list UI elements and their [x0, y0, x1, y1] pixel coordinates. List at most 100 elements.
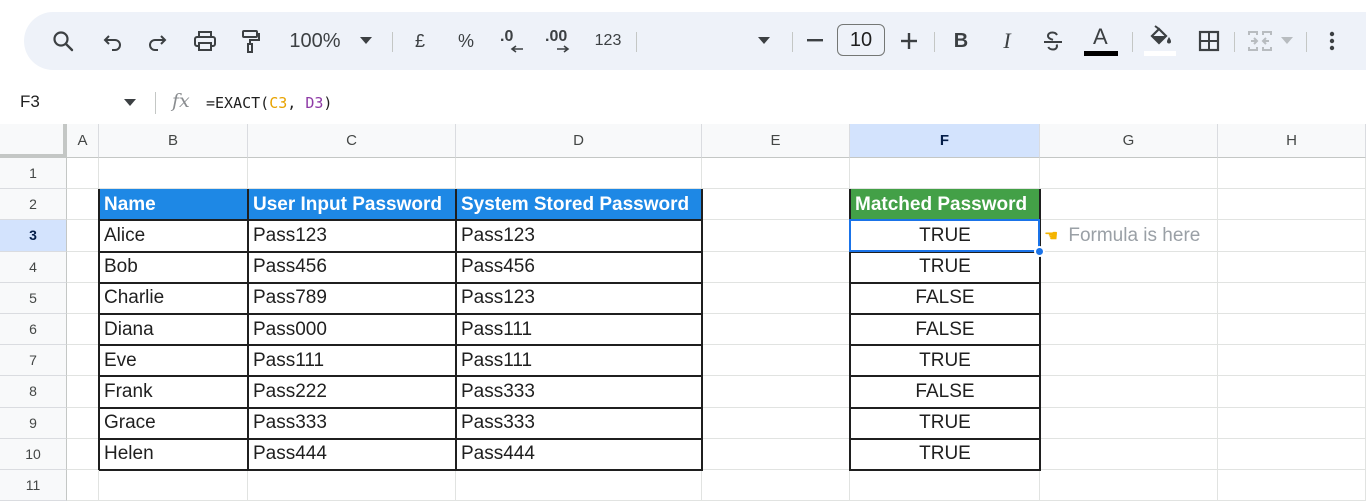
- zoom-select[interactable]: 100%: [286, 12, 344, 70]
- row-header-7[interactable]: 7: [0, 345, 67, 377]
- column-header-h[interactable]: H: [1218, 124, 1366, 158]
- more-options-icon[interactable]: [1322, 12, 1342, 70]
- decrease-decimal-button[interactable]: .0: [496, 12, 526, 70]
- result-cell[interactable]: FALSE: [850, 314, 1040, 345]
- fill-color-button[interactable]: [1142, 12, 1178, 70]
- result-cell[interactable]: TRUE: [850, 408, 1040, 439]
- formula-suffix: ): [323, 94, 333, 112]
- row-header-3[interactable]: 3: [0, 220, 67, 252]
- table-border: [99, 281, 703, 284]
- decrease-font-size-icon[interactable]: [804, 12, 826, 70]
- formula-separator: ,: [287, 94, 306, 112]
- column-header-g[interactable]: G: [1040, 124, 1218, 158]
- result-header-cell: Matched Password: [850, 189, 1040, 221]
- font-size-input[interactable]: 10: [837, 24, 885, 56]
- row-gridline: [67, 500, 1366, 502]
- formula-bar: F3 fx =EXACT(C3, D3): [0, 86, 1366, 122]
- more-formats-button[interactable]: 123: [590, 12, 626, 70]
- table-border: [247, 189, 249, 470]
- font-family-dropdown-icon[interactable]: [754, 12, 774, 70]
- table-cell[interactable]: Helen: [99, 439, 248, 470]
- text-color-swatch: [1084, 51, 1118, 56]
- column-header-b[interactable]: B: [99, 124, 248, 158]
- table-cell[interactable]: Eve: [99, 345, 248, 376]
- table-cell[interactable]: Pass333: [456, 408, 702, 439]
- row-header-1[interactable]: 1: [0, 158, 67, 190]
- table-cell[interactable]: Pass111: [248, 345, 456, 376]
- row-header-10[interactable]: 10: [0, 438, 67, 470]
- currency-format-button[interactable]: £: [410, 12, 430, 70]
- formula-input[interactable]: =EXACT(C3, D3): [206, 94, 332, 112]
- table-border: [99, 406, 703, 409]
- zoom-dropdown-icon[interactable]: [356, 12, 376, 70]
- table-cell[interactable]: Pass789: [248, 283, 456, 314]
- print-icon[interactable]: [190, 12, 220, 70]
- name-box[interactable]: F3: [20, 92, 40, 112]
- borders-icon[interactable]: [1196, 12, 1222, 70]
- merge-cells-icon: [1244, 12, 1276, 70]
- column-header-a[interactable]: A: [67, 124, 99, 158]
- column-header-e[interactable]: E: [702, 124, 850, 158]
- table-cell[interactable]: Pass123: [456, 220, 702, 251]
- table-cell[interactable]: Frank: [99, 376, 248, 407]
- active-cell-selection: [849, 219, 1040, 252]
- row-header-6[interactable]: 6: [0, 314, 67, 346]
- table-cell[interactable]: Grace: [99, 408, 248, 439]
- column-header-f[interactable]: F: [850, 124, 1040, 158]
- column-header-d[interactable]: D: [456, 124, 702, 158]
- table-border: [99, 469, 703, 471]
- table-cell[interactable]: Pass111: [456, 345, 702, 376]
- toolbar-divider: [636, 32, 637, 52]
- row-header-4[interactable]: 4: [0, 251, 67, 283]
- formula-divider: [155, 92, 156, 114]
- table-cell[interactable]: Pass111: [456, 314, 702, 345]
- table-cell[interactable]: Alice: [99, 220, 248, 251]
- percent-format-button[interactable]: %: [454, 12, 478, 70]
- table-cell[interactable]: Bob: [99, 252, 248, 283]
- result-border: [849, 375, 1041, 378]
- search-menus-icon[interactable]: [48, 12, 78, 70]
- italic-button[interactable]: I: [996, 12, 1018, 70]
- toolbar: 100% £ % .0 .00 123 10 B I A: [24, 12, 1366, 70]
- result-cell[interactable]: TRUE: [850, 252, 1040, 283]
- result-cell[interactable]: FALSE: [850, 283, 1040, 314]
- row-header-5[interactable]: 5: [0, 282, 67, 314]
- table-cell[interactable]: Pass333: [248, 408, 456, 439]
- table-cell[interactable]: Pass456: [248, 252, 456, 283]
- toolbar-divider: [792, 32, 793, 52]
- formula-prefix: =EXACT(: [206, 94, 270, 112]
- table-cell[interactable]: Pass123: [456, 283, 702, 314]
- paint-format-icon[interactable]: [236, 12, 264, 70]
- result-cell[interactable]: TRUE: [850, 439, 1040, 470]
- increase-decimal-button[interactable]: .00: [542, 12, 578, 70]
- table-cell[interactable]: Pass000: [248, 314, 456, 345]
- table-cell[interactable]: Pass456: [456, 252, 702, 283]
- toolbar-divider: [934, 32, 935, 52]
- row-header-11[interactable]: 11: [0, 470, 67, 502]
- name-box-dropdown-icon[interactable]: [124, 94, 136, 112]
- table-cell[interactable]: Diana: [99, 314, 248, 345]
- increase-font-size-icon[interactable]: [898, 12, 920, 70]
- row-header-8[interactable]: 8: [0, 376, 67, 408]
- toolbar-divider: [1132, 32, 1133, 52]
- result-cell[interactable]: TRUE: [850, 345, 1040, 376]
- table-cell[interactable]: Pass444: [456, 439, 702, 470]
- select-all-corner[interactable]: [0, 124, 67, 158]
- table-border: [701, 189, 703, 470]
- column-header-c[interactable]: C: [248, 124, 456, 158]
- table-cell[interactable]: Pass333: [456, 376, 702, 407]
- table-cell[interactable]: Pass444: [248, 439, 456, 470]
- table-cell[interactable]: Pass222: [248, 376, 456, 407]
- row-header-9[interactable]: 9: [0, 407, 67, 439]
- table-cell[interactable]: Charlie: [99, 283, 248, 314]
- table-header-cell: User Input Password: [248, 189, 456, 221]
- strikethrough-icon[interactable]: [1040, 12, 1066, 70]
- bold-button[interactable]: B: [950, 12, 972, 70]
- redo-icon[interactable]: [144, 12, 170, 70]
- row-header-2[interactable]: 2: [0, 189, 67, 221]
- formula-note-text: Formula is here: [1068, 224, 1201, 246]
- result-cell[interactable]: FALSE: [850, 376, 1040, 407]
- table-cell[interactable]: Pass123: [248, 220, 456, 251]
- text-color-button[interactable]: A: [1084, 12, 1118, 70]
- undo-icon[interactable]: [100, 12, 126, 70]
